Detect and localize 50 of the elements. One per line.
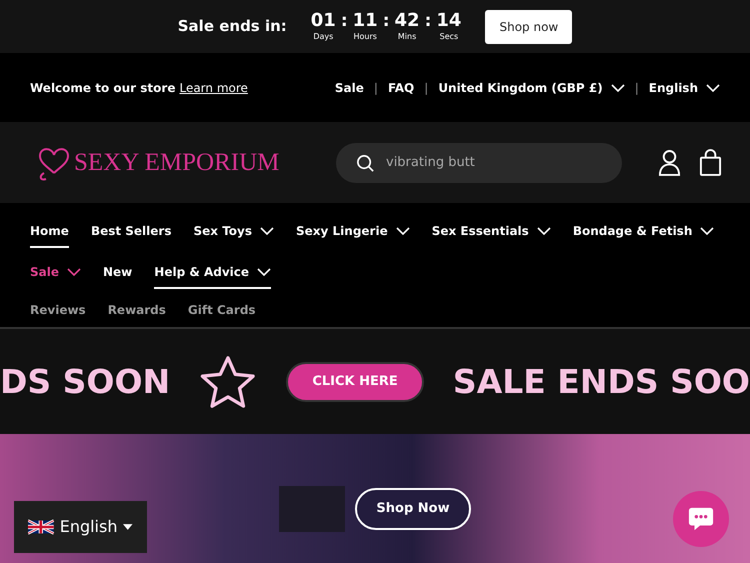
click-here-button[interactable]: CLICK HERE <box>286 362 424 402</box>
shop-now-button[interactable]: Shop now <box>485 10 572 44</box>
countdown-value: 14 <box>436 10 462 30</box>
countdown-separator: : <box>340 10 348 30</box>
nav-item[interactable]: Sex Essentials <box>432 216 551 248</box>
marquee-text: DS SOON <box>0 360 170 403</box>
countdown-unit: Secs <box>440 30 458 42</box>
utility-link[interactable]: United Kingdom (GBP £) <box>438 78 625 96</box>
countdown-separator: : <box>382 10 390 30</box>
sale-countdown-title: Sale ends in: <box>178 16 287 38</box>
shopping-bag-icon[interactable] <box>699 149 722 176</box>
nav-item[interactable]: Help & Advice <box>154 256 272 288</box>
nav-item[interactable]: Bondage & Fetish <box>572 216 714 248</box>
utility-link[interactable]: FAQ <box>388 78 414 96</box>
divider-text: | <box>424 80 428 96</box>
countdown-value: 11 <box>352 10 378 30</box>
search-icon <box>356 154 375 172</box>
nav-item[interactable]: Home <box>30 216 69 248</box>
secondary-nav-link[interactable]: Rewards <box>108 301 166 319</box>
countdown-value: 01 <box>310 10 336 30</box>
learn-more-link[interactable]: Learn more <box>179 78 248 96</box>
nav-item[interactable]: Best Sellers <box>90 216 172 248</box>
countdown-unit: Hours <box>353 30 377 42</box>
star-icon <box>199 354 258 408</box>
countdown-separator: : <box>424 10 432 30</box>
nav-item[interactable]: New <box>103 256 132 288</box>
nav-item[interactable]: Sexy Lingerie <box>296 216 410 248</box>
countdown-unit: Mins <box>398 30 416 42</box>
divider-text: | <box>634 80 639 96</box>
marquee-text: SALE ENDS SOO <box>452 360 750 403</box>
nav-item[interactable]: Sale <box>30 256 81 288</box>
countdown-value: 42 <box>394 10 420 30</box>
caret-icon <box>123 524 133 530</box>
search-field[interactable]: vibrating butt <box>336 142 622 182</box>
flag-icon <box>28 518 54 536</box>
divider-text: | <box>374 80 378 96</box>
chat-bubble-icon <box>687 506 715 532</box>
secondary-nav-link[interactable]: Gift Cards <box>188 301 256 319</box>
utility-link[interactable]: Sale <box>334 78 364 96</box>
nav-item[interactable]: Sex Toys <box>194 216 274 248</box>
logo-text: SEXY EMPORIUM <box>74 148 280 178</box>
account-icon[interactable] <box>658 149 681 176</box>
image-placeholder <box>279 486 345 532</box>
store-logo[interactable]: SEXY EMPORIUM <box>34 142 334 182</box>
countdown-unit: Days <box>313 30 334 42</box>
hero-shop-now-button[interactable]: Shop Now <box>355 488 471 530</box>
welcome-text: Welcome to our store <box>30 80 176 96</box>
secondary-nav-link[interactable]: Reviews <box>30 301 86 319</box>
utility-link[interactable]: English <box>648 78 720 96</box>
language-picker[interactable]: English <box>14 501 147 553</box>
